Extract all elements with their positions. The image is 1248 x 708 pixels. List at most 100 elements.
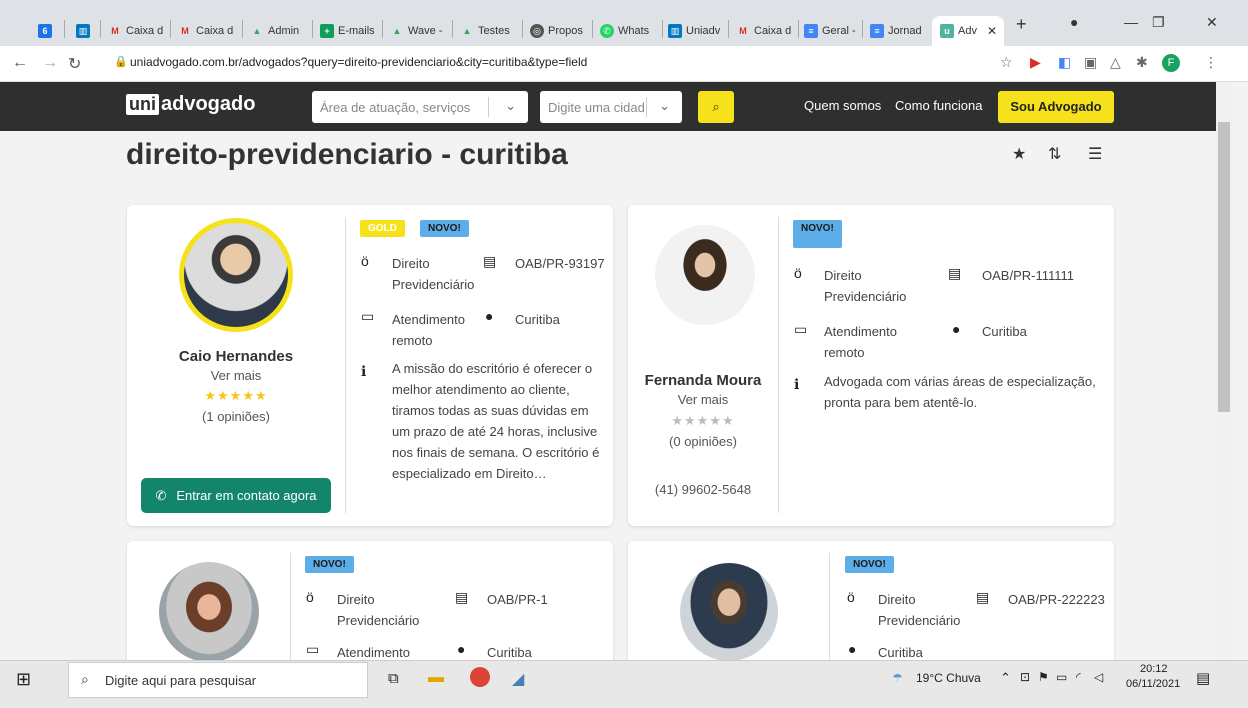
tab-gmail-1[interactable]: M Caixa d [108, 16, 168, 46]
file-explorer-icon[interactable]: ▬ [428, 669, 444, 687]
favorites-star-icon[interactable]: ★ [1012, 144, 1026, 164]
city-input[interactable]: Digite uma cidad ⌄ [540, 91, 682, 123]
bookmark-star-icon[interactable]: ☆ [1000, 54, 1013, 71]
chrome-icon[interactable] [470, 667, 490, 687]
nav-como-funciona[interactable]: Como funciona [895, 98, 982, 113]
ver-mais-link[interactable]: Ver mais [628, 392, 778, 407]
lawyer-avatar[interactable] [680, 563, 778, 660]
trello-icon: ▥ [76, 24, 90, 38]
chevron-up-icon[interactable]: ⌃ [1000, 670, 1011, 686]
tab-uniadv[interactable]: ▥ Uniadv [668, 16, 728, 46]
tab-wave[interactable]: ▲ Wave - [390, 16, 450, 46]
area-line2: Previdenciário [392, 277, 475, 292]
novo-badge: NOVO! [305, 556, 354, 573]
extension-icon[interactable]: ▣ [1084, 54, 1097, 71]
close-window-icon[interactable]: ✕ [1206, 14, 1218, 31]
tab-jornad[interactable]: ≡ Jornad [870, 16, 930, 46]
profile-avatar[interactable]: F [1162, 54, 1180, 72]
taskbar-search-input[interactable]: ⌕ Digite aqui para pesquisar [68, 662, 368, 698]
browser-menu-dot-icon[interactable]: ● [1070, 14, 1078, 30]
area-line1: Direito [824, 268, 862, 283]
contact-button[interactable]: ✆ Entrar em contato agora [141, 478, 331, 513]
clock-time[interactable]: 20:12 [1140, 663, 1168, 675]
area-select[interactable]: Área de atuação, serviços ⌄ [312, 91, 528, 123]
sou-advogado-button[interactable]: Sou Advogado [998, 91, 1114, 123]
tab-active-adv[interactable]: u Adv ✕ [932, 16, 1004, 46]
nav-quem-somos[interactable]: Quem somos [804, 98, 881, 113]
tab-gmail-2[interactable]: M Caixa d [178, 16, 238, 46]
url-field[interactable]: uniadvogado.com.br/advogados?query=direi… [130, 55, 587, 69]
restore-icon[interactable]: ❐ [1152, 14, 1165, 31]
wifi-icon[interactable]: ◜ [1076, 670, 1081, 684]
oab-number: OAB/PR-93197 [515, 256, 605, 271]
lawyer-avatar[interactable] [159, 562, 259, 660]
ver-mais-link[interactable]: Ver mais [127, 368, 345, 383]
drive-icon: ▲ [252, 26, 262, 36]
monitor-icon: ▭ [361, 308, 375, 324]
tray-icon[interactable]: ⊡ [1020, 670, 1030, 684]
lawyer-name[interactable]: Caio Hernandes [127, 348, 345, 365]
lawyer-name[interactable]: Fernanda Moura [628, 372, 778, 389]
back-icon[interactable]: ← [12, 54, 28, 72]
clock-date[interactable]: 06/11/2021 [1126, 678, 1180, 690]
reload-icon[interactable]: ↻ [68, 54, 81, 74]
site-logo[interactable]: uni advogado [126, 93, 255, 116]
windows-start-icon[interactable]: ⊞ [16, 669, 31, 690]
filter-icon[interactable]: ☰ [1088, 144, 1102, 164]
task-view-icon[interactable]: ⧉ [388, 670, 399, 687]
lawyer-avatar[interactable] [655, 225, 755, 325]
tab-geral[interactable]: ≡ Geral - [804, 16, 860, 46]
puzzle-icon[interactable]: ✱ [1136, 54, 1148, 71]
weather-text[interactable]: 19°C Chuva [916, 671, 981, 685]
tab-drive-admin[interactable]: ▲ Admin [250, 16, 310, 46]
tray-icon[interactable]: ⚑ [1038, 670, 1049, 684]
sheets-icon: + [320, 24, 334, 38]
tab-propos[interactable]: ◎ Propos [530, 16, 590, 46]
youtube-ext-icon[interactable]: ▶ [1030, 54, 1041, 71]
extension-icon[interactable]: ◧ [1058, 54, 1071, 71]
lawyer-avatar[interactable] [179, 218, 293, 332]
city: Curitiba [982, 324, 1027, 339]
medal-icon: ö [847, 589, 855, 605]
area-line2: Previdenciário [337, 613, 420, 628]
tab-trello[interactable]: ▥ [76, 16, 90, 46]
volume-icon[interactable]: ◁ [1094, 670, 1103, 684]
oab-number: OAB/PR-222223 [1008, 592, 1105, 607]
kebab-menu-icon[interactable]: ⋮ [1204, 54, 1218, 71]
area-line1: Direito [392, 256, 430, 271]
novo-badge: NOVO! [420, 220, 469, 237]
search-button[interactable]: ⌕ [698, 91, 734, 123]
minimize-icon[interactable]: — [1124, 14, 1138, 30]
id-card-icon: ▤ [948, 265, 962, 281]
page-title: direito-previdenciario - curitiba [126, 138, 568, 171]
lawyer-card: NOVO! ö Direito Previdenciário ▤ OAB/PR-… [127, 541, 613, 660]
tab-emails[interactable]: + E-mails [320, 16, 380, 46]
docs-icon: ≡ [804, 24, 818, 38]
city: Curitiba [515, 312, 560, 327]
docs-icon: ≡ [870, 24, 884, 38]
app-icon[interactable]: ◢ [512, 669, 524, 689]
atendimento-line1: Atendimento [337, 645, 410, 660]
page-scrollbar[interactable] [1216, 82, 1232, 660]
new-tab-icon[interactable]: + [1016, 14, 1027, 35]
phone-number[interactable]: (41) 99602-5648 [628, 482, 778, 497]
address-bar: ← → ↻ 🔒 uniadvogado.com.br/advogados?que… [0, 46, 1248, 82]
description: Advogada com várias áreas de especializa… [824, 374, 1096, 410]
area-line2: Previdenciário [878, 613, 961, 628]
tab-calendar[interactable]: 6 [38, 16, 52, 46]
forward-icon[interactable]: → [42, 54, 58, 72]
lawyer-card: NOVO! ö Direito Previdenciário ▤ OAB/PR-… [628, 541, 1114, 660]
id-card-icon: ▤ [976, 589, 990, 605]
close-tab-icon[interactable]: ✕ [987, 24, 997, 38]
battery-icon[interactable]: ▭ [1056, 670, 1067, 684]
sort-icon[interactable]: ⇅ [1048, 144, 1061, 164]
drive-ext-icon[interactable]: △ [1110, 54, 1121, 71]
tab-testes[interactable]: ▲ Testes [460, 16, 520, 46]
tab-whatsapp[interactable]: ✆ Whats [600, 16, 660, 46]
info-icon: ℹ [794, 376, 800, 392]
tab-gmail-3[interactable]: M Caixa d [736, 16, 796, 46]
drive-icon: ▲ [462, 26, 472, 36]
scrollbar-thumb[interactable] [1218, 122, 1230, 412]
calendar-icon: 6 [38, 24, 52, 38]
notifications-icon[interactable]: ▤ [1196, 669, 1210, 687]
